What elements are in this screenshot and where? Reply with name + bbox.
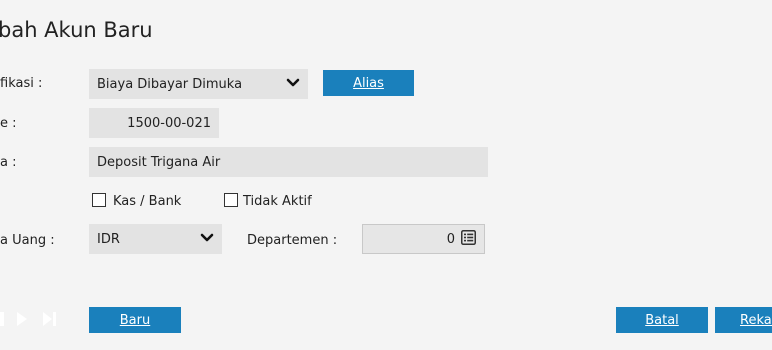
alias-button[interactable]: Alias: [323, 70, 414, 96]
departemen-input[interactable]: 0: [362, 224, 485, 254]
chevron-down-icon: [286, 77, 300, 92]
departemen-value: 0: [446, 231, 455, 247]
page-title: bah Akun Baru: [0, 18, 153, 42]
last-icon[interactable]: [42, 311, 58, 331]
kode-label: e :: [0, 116, 17, 131]
klasifikasi-label: fikasi :: [0, 76, 43, 91]
batal-button-label: Batal: [645, 312, 679, 328]
mata-uang-select[interactable]: IDR: [89, 224, 222, 254]
nama-value: Deposit Trigana Air: [97, 154, 221, 170]
nama-input[interactable]: Deposit Trigana Air: [89, 147, 488, 177]
klasifikasi-value: Biaya Dibayar Dimuka: [97, 76, 243, 92]
nama-label: a :: [0, 155, 17, 170]
tidak-aktif-label: Tidak Aktif: [243, 194, 312, 209]
rekam-button[interactable]: Rekam: [715, 307, 772, 333]
kas-bank-checkbox[interactable]: [92, 193, 106, 207]
next-icon[interactable]: [15, 311, 29, 331]
kode-input[interactable]: 1500-00-021: [89, 108, 219, 138]
tidak-aktif-checkbox[interactable]: [224, 193, 238, 207]
kas-bank-label: Kas / Bank: [113, 194, 182, 209]
batal-button[interactable]: Batal: [616, 307, 708, 333]
mata-uang-label: a Uang :: [0, 233, 55, 248]
baru-button[interactable]: Baru: [89, 307, 181, 333]
list-icon[interactable]: [461, 229, 476, 249]
klasifikasi-select[interactable]: Biaya Dibayar Dimuka: [89, 69, 308, 99]
mata-uang-value: IDR: [97, 231, 120, 247]
baru-button-label: Baru: [119, 312, 151, 328]
chevron-down-icon: [200, 232, 214, 247]
prev-icon[interactable]: [0, 312, 4, 326]
rekam-button-label: Rekam: [740, 312, 772, 328]
alias-button-label: Alias: [353, 75, 384, 91]
departemen-label: Departemen :: [247, 233, 338, 248]
kode-value: 1500-00-021: [127, 115, 211, 131]
